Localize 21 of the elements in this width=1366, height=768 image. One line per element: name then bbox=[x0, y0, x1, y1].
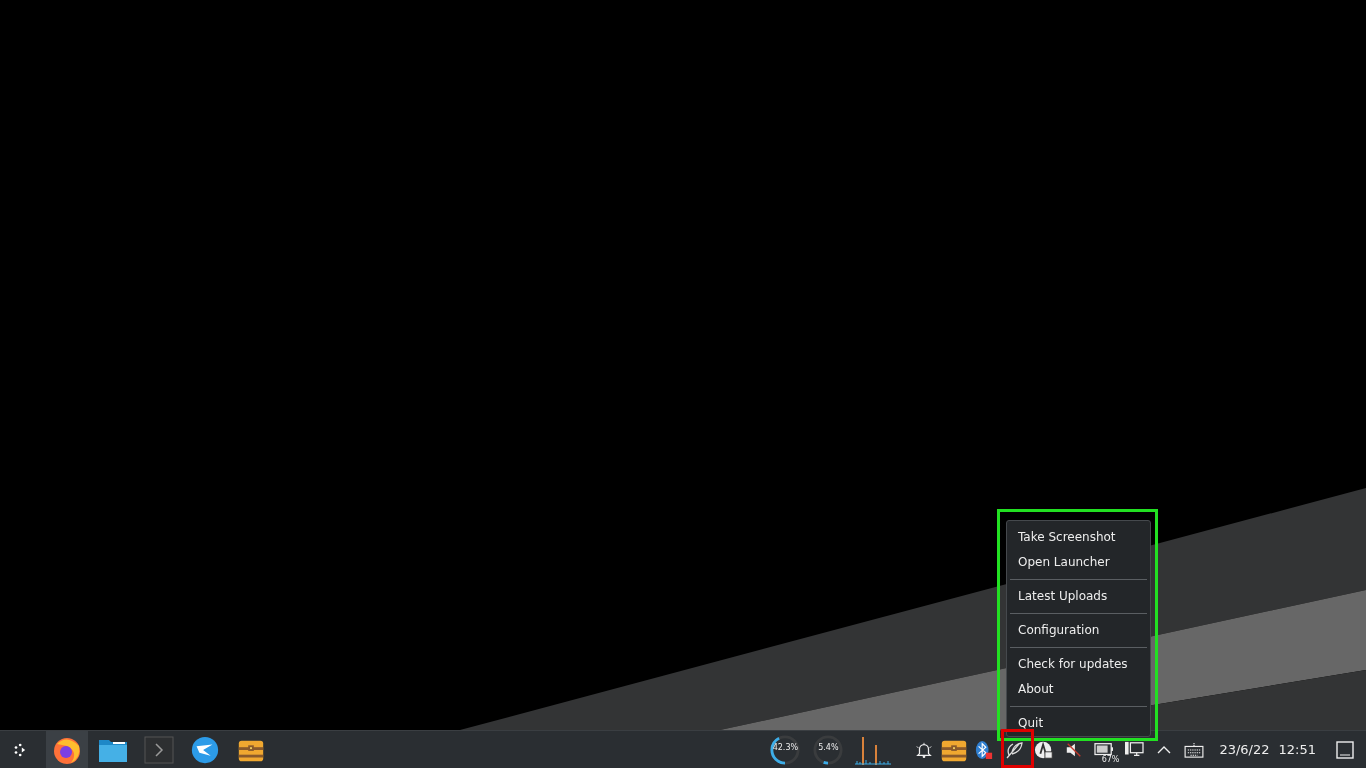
meter-reading: 5.4% bbox=[817, 742, 840, 752]
menu-item[interactable]: Quit bbox=[1007, 711, 1150, 736]
bell-icon[interactable] bbox=[915, 740, 934, 759]
menu-item[interactable]: Latest Uploads bbox=[1007, 584, 1150, 609]
menu-item[interactable]: Check for updates bbox=[1007, 652, 1150, 677]
date-text: 23/6/22 bbox=[1219, 742, 1270, 757]
bluetooth-icon[interactable] bbox=[975, 739, 994, 760]
time-text: 12:51 bbox=[1278, 742, 1316, 757]
menu-item[interactable]: Take Screenshot bbox=[1007, 525, 1150, 550]
show-desktop-icon[interactable] bbox=[1336, 740, 1354, 759]
battery-reading: 67% bbox=[1101, 754, 1120, 764]
keyboard-icon[interactable] bbox=[1184, 741, 1205, 758]
menu-item[interactable]: Open Launcher bbox=[1007, 550, 1150, 575]
meter-reading: 42.3% bbox=[771, 742, 800, 752]
menu-item[interactable]: Configuration bbox=[1007, 618, 1150, 643]
menu-item[interactable]: About bbox=[1007, 677, 1150, 702]
caret-up-icon[interactable] bbox=[1157, 744, 1172, 755]
bird-icon bbox=[190, 734, 220, 765]
desktop-computer-icon[interactable] bbox=[1124, 740, 1145, 759]
clock[interactable]: 23/6/22 12:51 bbox=[1209, 742, 1330, 757]
leaf-icon[interactable] bbox=[1004, 739, 1025, 760]
